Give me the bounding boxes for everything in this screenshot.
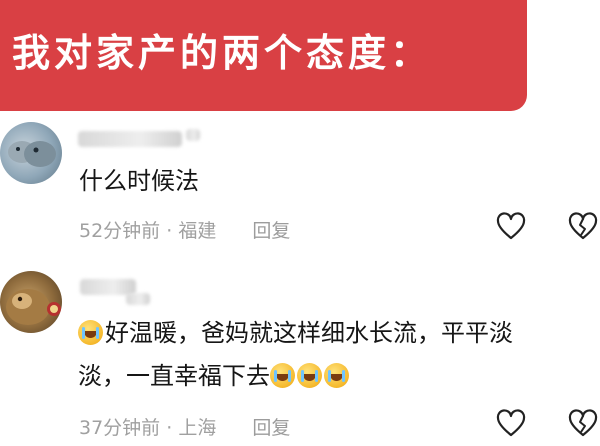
- meta-separator: ·: [166, 417, 173, 439]
- dislike-button[interactable]: [568, 212, 598, 242]
- broken-heart-icon: [568, 409, 598, 437]
- username-redacted: [78, 131, 182, 147]
- username-redacted: [186, 129, 200, 141]
- broken-heart-icon: [568, 212, 598, 240]
- comment-text-line1: 好温暖，爸妈就这样细水长流，平平淡: [105, 319, 513, 347]
- comment-time: 52分钟前: [79, 220, 161, 242]
- meta-separator: ·: [166, 220, 173, 242]
- reply-button[interactable]: 回复: [252, 417, 290, 439]
- comment-meta: 37分钟前 · 上海 回复: [79, 413, 290, 440]
- avatar[interactable]: [0, 271, 62, 333]
- dislike-button[interactable]: [568, 409, 598, 439]
- heart-outline-icon: [496, 212, 526, 240]
- crying-face-emoji: [78, 320, 103, 345]
- comment-location: 上海: [178, 417, 217, 439]
- comment-text-line2: 淡，一直幸福下去: [78, 362, 270, 390]
- crying-face-emoji: [324, 363, 349, 388]
- heart-outline-icon: [496, 409, 526, 437]
- username-redacted: [126, 293, 150, 305]
- comment-time: 37分钟前: [79, 417, 161, 439]
- crying-face-emoji: [270, 363, 295, 388]
- comment-meta: 52分钟前 · 福建 回复: [79, 216, 290, 243]
- comment-text: 什么时候法: [79, 167, 199, 195]
- comment-text: 好温暖，爸妈就这样细水长流，平平淡 淡，一直幸福下去: [78, 312, 593, 398]
- crying-face-emoji: [297, 363, 322, 388]
- like-button[interactable]: [496, 409, 526, 439]
- title-banner: 我对家产的两个态度：: [0, 0, 527, 111]
- reply-button[interactable]: 回复: [252, 220, 290, 242]
- avatar[interactable]: [0, 122, 62, 184]
- like-button[interactable]: [496, 212, 526, 242]
- banner-title: 我对家产的两个态度：: [12, 30, 433, 75]
- comment-location: 福建: [178, 220, 217, 242]
